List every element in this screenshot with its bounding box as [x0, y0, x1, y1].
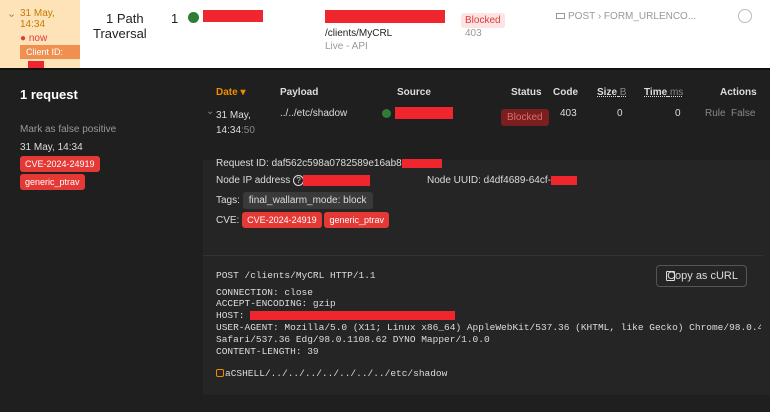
column-source-header: Source — [397, 87, 431, 98]
recency-indicator: ● now — [20, 33, 48, 44]
copy-icon — [666, 271, 675, 281]
divider — [203, 255, 763, 256]
chevron-down-icon[interactable]: ⌄ — [206, 106, 214, 117]
redacted-block — [401, 158, 442, 168]
form-icon — [556, 13, 565, 19]
redacted-domain — [325, 10, 445, 23]
left-panel: 1 request Mark as false positive 31 May,… — [0, 70, 203, 412]
attack-type: Traversal — [93, 26, 147, 41]
request-id: Request ID: daf562c598a0782589e16ab8 — [216, 158, 442, 169]
request-body: aCSHELL/../../../../../../../etc/shadow — [216, 368, 447, 380]
column-status-header: Status — [511, 87, 542, 98]
redacted-ip — [303, 175, 370, 186]
table-row[interactable]: ⌄ 31 May, 14:34:50 ../../etc/shadow Bloc… — [203, 100, 770, 142]
tags-row: Tags: final_wallarm_mode: block — [216, 192, 373, 209]
generic-ptrav-tag[interactable]: generic_ptrav — [324, 212, 390, 228]
request-line: POST /clients/MyCRL HTTP/1.1 — [216, 270, 376, 281]
cve-row: CVE: CVE-2024-24919 generic_ptrav — [216, 212, 390, 228]
false-positive-action[interactable]: False — [731, 108, 755, 119]
cve-tag[interactable]: CVE-2024-24919 — [242, 212, 322, 228]
redacted-source — [395, 107, 453, 119]
header-host: HOST: — [216, 310, 456, 322]
row-date: 31 May, 14:34:50 — [216, 110, 255, 136]
request-datetime: 31 May, 14:34 — [20, 142, 83, 153]
mode-tag: final_wallarm_mode: block — [242, 192, 373, 209]
header-user-agent: USER-AGENT: Mozilla/5.0 (X11; Linux x86_… — [216, 322, 761, 333]
mark-false-positive-link[interactable]: Mark as false positive — [20, 124, 116, 135]
request-count-title: 1 request — [20, 87, 78, 102]
redacted-block — [550, 175, 577, 185]
node-uuid: Node UUID: d4df4689-64cf- — [427, 175, 577, 186]
tag-cve[interactable]: CVE-2024-24919 — [20, 154, 100, 172]
request-method-path: POST › FORM_URLENCO... — [556, 11, 696, 22]
client-id-badge: Client ID: — [20, 45, 80, 69]
event-date: 31 May, 14:34 — [20, 8, 55, 30]
tag-generic-ptrav[interactable]: generic_ptrav — [20, 172, 85, 190]
event-row[interactable]: ⌄ 31 May, 14:34 ● now Client ID: 1 Path … — [0, 0, 770, 69]
request-path: /clients/MyCRL — [325, 28, 393, 39]
row-time: 0 — [675, 108, 681, 119]
chevron-down-icon[interactable]: ⌄ — [7, 7, 17, 20]
header-accept-encoding: ACCEPT-ENCODING: gzip — [216, 298, 336, 309]
source-flag-icon — [382, 109, 391, 118]
header-connection: CONNECTION: close — [216, 287, 313, 298]
row-status-badge: Blocked — [501, 107, 549, 126]
copy-as-curl-button[interactable]: Copy as cURL — [656, 265, 747, 287]
row-size: 0 — [617, 108, 623, 119]
application-name: Live - API — [325, 41, 368, 52]
redacted-host — [250, 310, 456, 320]
response-code: 403 — [465, 28, 482, 39]
redacted-ip — [203, 10, 263, 22]
column-payload-header: Payload — [280, 87, 319, 98]
rule-action[interactable]: Rule — [705, 108, 726, 119]
header-user-agent-cont: Safari/537.36 Edg/98.0.1108.62 DYNO Mapp… — [216, 334, 490, 345]
node-ip: Node IP address ? — [216, 175, 305, 186]
row-code: 403 — [560, 108, 577, 119]
header-content-length: CONTENT-LENGTH: 39 — [216, 346, 319, 357]
column-time-header[interactable]: Time ms — [644, 87, 683, 98]
event-date-cell[interactable]: ⌄ 31 May, 14:34 ● now Client ID: — [0, 0, 80, 69]
hits-count: 1 — [171, 11, 179, 26]
column-size-header[interactable]: Size B — [597, 87, 626, 98]
column-actions-header: Actions — [720, 87, 757, 98]
row-payload: ../../etc/shadow — [280, 108, 348, 119]
attack-count: 1 Path — [106, 11, 144, 26]
attack-marker-icon — [216, 369, 224, 378]
status-badge: Blocked — [461, 10, 505, 28]
column-date-header[interactable]: Date ▾ — [216, 87, 246, 98]
column-code-header: Code — [553, 87, 578, 98]
source-flag-icon — [188, 12, 199, 23]
block-toggle-icon[interactable] — [738, 9, 752, 23]
